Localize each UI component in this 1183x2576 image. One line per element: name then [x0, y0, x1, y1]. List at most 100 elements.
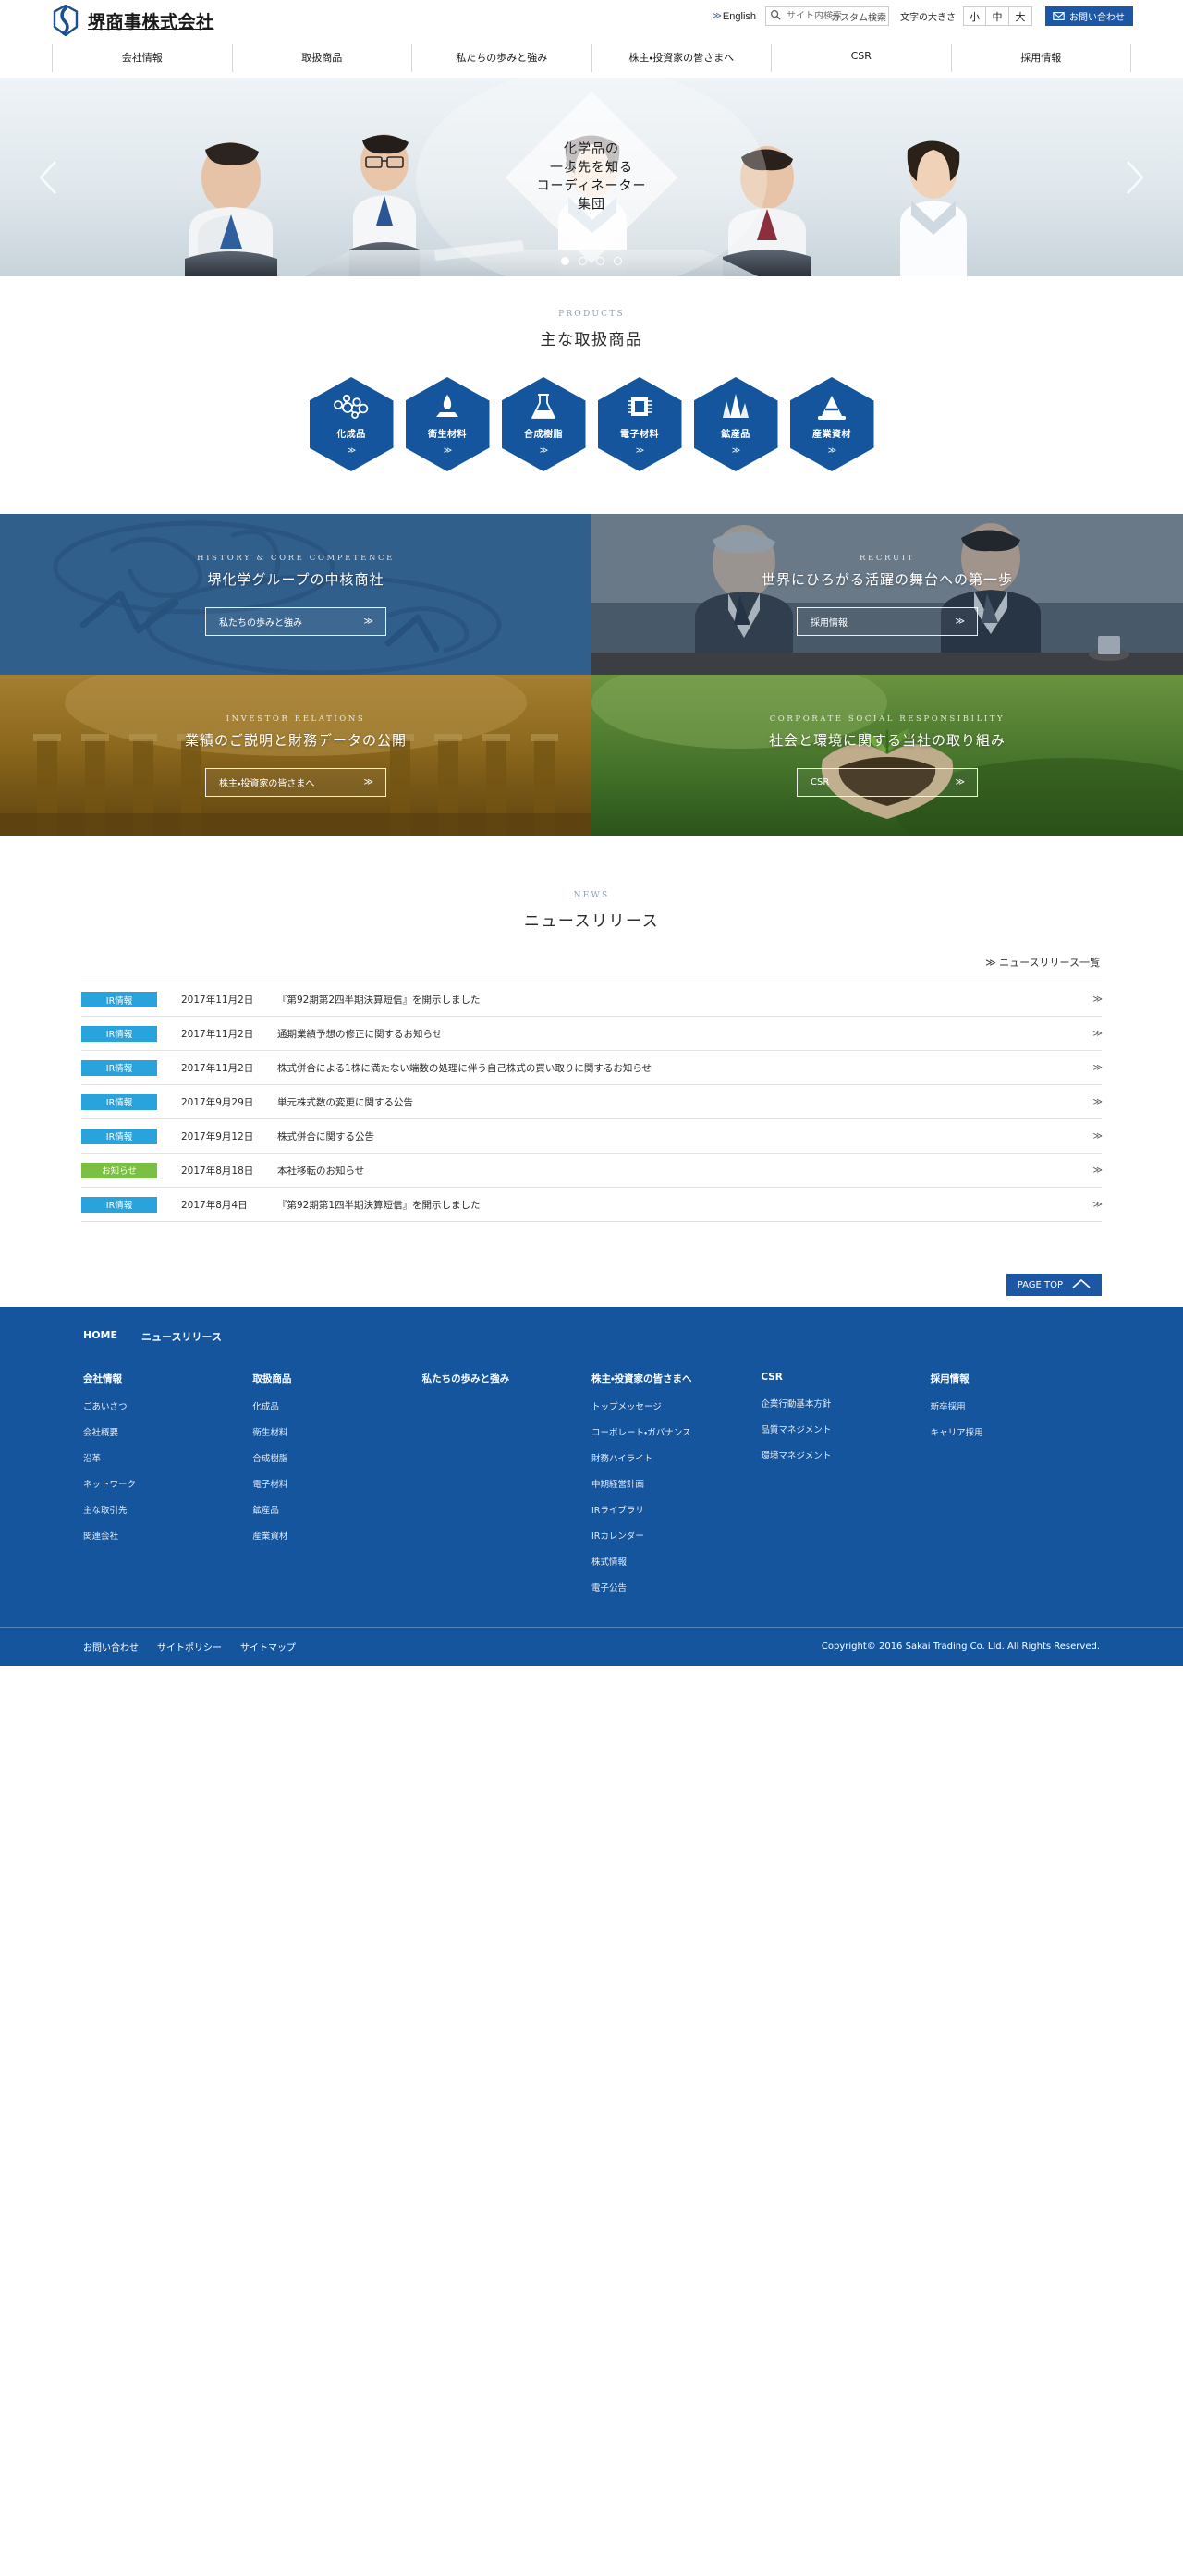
contact-button[interactable]: お問い合わせ — [1045, 6, 1133, 26]
fontsize-large-button[interactable]: 大 — [1009, 6, 1032, 26]
news-row[interactable]: IR情報 2017年11月2日 『第92期第2四半期決算短信』を開示しました ≫ — [81, 983, 1103, 1017]
footer-link[interactable]: 財務ハイライト — [592, 1451, 761, 1464]
chevron-right-icon: ≫ — [1092, 1199, 1104, 1210]
footer-link[interactable]: 主な取引先 — [83, 1503, 252, 1516]
site-header: 堺商事株式会社 ≫ English カスタム検索 文字の大きさ 小 中 大 — [0, 0, 1183, 37]
footer-link[interactable]: 電子公告 — [592, 1581, 761, 1593]
footer-sitemap: 会社情報 ごあいさつ 会社概要 沿革 ネットワーク 主な取引先 関連会社 取扱商… — [83, 1359, 1100, 1606]
footer-link[interactable]: 会社概要 — [83, 1425, 252, 1438]
footer-link[interactable]: 鉱産品 — [252, 1503, 421, 1516]
panel-csr[interactable]: CORPORATE SOCIAL RESPONSIBILITY 社会と環境に関す… — [592, 675, 1183, 836]
footer-link-news[interactable]: ニュースリリース — [141, 1329, 222, 1344]
footer-link[interactable]: トップメッセージ — [592, 1399, 761, 1412]
hero-dot-1[interactable] — [561, 257, 569, 265]
footer-link[interactable]: ネットワーク — [83, 1477, 252, 1490]
product-item-denshi[interactable]: 電子材料 ≫ — [597, 377, 682, 471]
chevron-right-icon: ≫ — [955, 776, 966, 787]
panel-cta-button[interactable]: 私たちの歩みと強み ≫ — [205, 606, 386, 636]
footer-link[interactable]: 合成樹脂 — [252, 1451, 421, 1464]
footer-link[interactable]: 産業資材 — [252, 1529, 421, 1542]
chevron-right-icon: ≫ — [363, 776, 374, 787]
footer-link[interactable]: 品質マネジメント — [761, 1422, 930, 1435]
chevron-right-icon[interactable] — [1118, 156, 1150, 199]
chevron-right-icon: ≫ — [827, 446, 836, 455]
footer-column-head[interactable]: CSR — [761, 1372, 930, 1383]
nav-item-ir[interactable]: 株主・投資家の皆さまへ — [591, 44, 772, 72]
hero-dot-4[interactable] — [614, 257, 622, 265]
news-title: 単元株式数の変更に関する公告 — [277, 1096, 413, 1108]
footer-link[interactable]: IRカレンダー — [592, 1529, 761, 1542]
news-row[interactable]: IR情報 2017年8月4日 『第92期第1四半期決算短信』を開示しました ≫ — [81, 1188, 1104, 1222]
english-link[interactable]: ≫ English — [712, 11, 756, 22]
site-logo[interactable]: 堺商事株式会社 — [53, 5, 214, 36]
footer-column-head[interactable]: 取扱商品 — [252, 1372, 421, 1386]
panel-cta-button[interactable]: 採用情報 ≫ — [797, 606, 978, 636]
footer-link[interactable]: 企業行動基本方針 — [761, 1397, 930, 1410]
footer-link[interactable]: 電子材料 — [252, 1477, 421, 1490]
footer-link[interactable]: 中期経営計画 — [592, 1477, 761, 1490]
search-input[interactable] — [785, 11, 888, 21]
news-row[interactable]: お知らせ 2017年8月18日 本社移転のお知らせ ≫ — [81, 1154, 1103, 1188]
fontsize-medium-button[interactable]: 中 — [986, 6, 1009, 26]
panel-recruit[interactable]: RECRUIT 世界にひろがる活躍の舞台への第一歩 採用情報 ≫ — [592, 514, 1183, 675]
product-item-jushi[interactable]: 合成樹脂 ≫ — [501, 377, 586, 471]
footer-link[interactable]: 新卒採用 — [931, 1399, 1100, 1412]
footer-column-head[interactable]: 会社情報 — [83, 1372, 252, 1386]
product-item-kaseihin[interactable]: 化成品 ≫ — [309, 377, 394, 471]
product-item-sangyo[interactable]: 産業資材 ≫ — [789, 377, 874, 471]
status-badge: IR情報 — [81, 1093, 157, 1110]
nav-item-csr[interactable]: CSR — [771, 44, 951, 72]
footer-link[interactable]: コーポレート・ガバナンス — [592, 1425, 761, 1438]
products-heading-en: PRODUCTS — [558, 310, 625, 319]
feature-panels: HISTORY & CORE COMPETENCE 堺化学グループの中核商社 私… — [0, 514, 1183, 836]
footer-link-sitemap[interactable]: サイトマップ — [240, 1640, 296, 1654]
hero-dot-3[interactable] — [596, 257, 604, 265]
chevron-right-icon: ≫ — [635, 446, 644, 455]
product-item-kosanhin[interactable]: 鉱産品 ≫ — [693, 377, 778, 471]
footer-link[interactable]: キャリア採用 — [931, 1425, 1100, 1438]
footer-bottom-bar: お問い合わせ サイトポリシー サイトマップ Copyright© 2016 Sa… — [0, 1627, 1183, 1666]
news-heading: NEWS ニュースリリース — [0, 891, 1183, 931]
footer-column-head[interactable]: 採用情報 — [931, 1372, 1100, 1386]
panel-ir[interactable]: INVESTOR RELATIONS 業績のご説明と財務データの公開 株主・投資… — [0, 675, 592, 836]
chevron-right-icon: ≫ — [443, 446, 452, 455]
footer-link-home[interactable]: HOME — [83, 1329, 117, 1344]
footer-link[interactable]: 沿革 — [83, 1451, 252, 1464]
nav-item-recruit[interactable]: 採用情報 — [950, 44, 1131, 72]
pagetop-button[interactable]: PAGE TOP — [1006, 1274, 1102, 1296]
news-row[interactable]: IR情報 2017年11月2日 通期業績予想の修正に関するお知らせ ≫ — [81, 1017, 1103, 1051]
news-title: 株式併合による1株に満たない端数の処理に伴う自己株式の買い取りに関するお知らせ — [277, 1062, 652, 1074]
site-search[interactable]: カスタム検索 — [765, 6, 889, 26]
panel-cta-button[interactable]: CSR ≫ — [797, 767, 978, 797]
fontsize-small-button[interactable]: 小 — [963, 6, 986, 26]
footer-link[interactable]: 化成品 — [252, 1399, 421, 1412]
footer-link-sitepolicy[interactable]: サイトポリシー — [157, 1640, 222, 1654]
footer-link[interactable]: 株式情報 — [592, 1555, 761, 1568]
footer-link[interactable]: 関連会社 — [83, 1529, 252, 1542]
panel-cta-button[interactable]: 株主・投資家の皆さまへ ≫ — [205, 767, 386, 797]
footer-link[interactable]: ごあいさつ — [83, 1399, 252, 1412]
nav-item-products[interactable]: 取扱商品 — [231, 44, 412, 72]
chevron-left-icon[interactable] — [33, 156, 65, 199]
footer-link-contact[interactable]: お問い合わせ — [83, 1640, 139, 1654]
product-label: 化成品 — [336, 430, 366, 440]
status-badge: IR情報 — [81, 992, 157, 1007]
footer-link[interactable]: IRライブラリ — [592, 1503, 761, 1516]
product-item-eisei[interactable]: 衛生材料 ≫ — [405, 377, 490, 471]
footer-link[interactable]: 衛生材料 — [252, 1425, 421, 1438]
hero-caption-line-3: コーディネーター — [536, 178, 647, 194]
nav-item-company[interactable]: 会社情報 — [52, 44, 232, 72]
footer-link[interactable]: 環境マネジメント — [761, 1448, 930, 1461]
news-title: 本社移転のお知らせ — [277, 1165, 365, 1177]
news-all-link[interactable]: ≫ ニュースリリース一覧 — [0, 955, 1100, 970]
panel-history[interactable]: HISTORY & CORE COMPETENCE 堺化学グループの中核商社 私… — [0, 514, 592, 675]
footer-column-head[interactable]: 私たちの歩みと強み — [422, 1372, 592, 1386]
footer-column-head[interactable]: 株主・投資家の皆さまへ — [592, 1372, 761, 1386]
nav-item-history[interactable]: 私たちの歩みと強み — [411, 44, 592, 72]
panel-background-recruit — [592, 514, 1183, 675]
news-row[interactable]: IR情報 2017年9月12日 株式併合に関する公告 ≫ — [81, 1119, 1104, 1154]
news-row[interactable]: IR情報 2017年11月2日 株式併合による1株に満たない端数の処理に伴う自己… — [81, 1051, 1103, 1085]
news-row[interactable]: IR情報 2017年9月29日 単元株式数の変更に関する公告 ≫ — [81, 1085, 1103, 1119]
hero-dot-2[interactable] — [579, 257, 587, 265]
chevron-right-icon: ≫ — [1092, 1130, 1104, 1141]
